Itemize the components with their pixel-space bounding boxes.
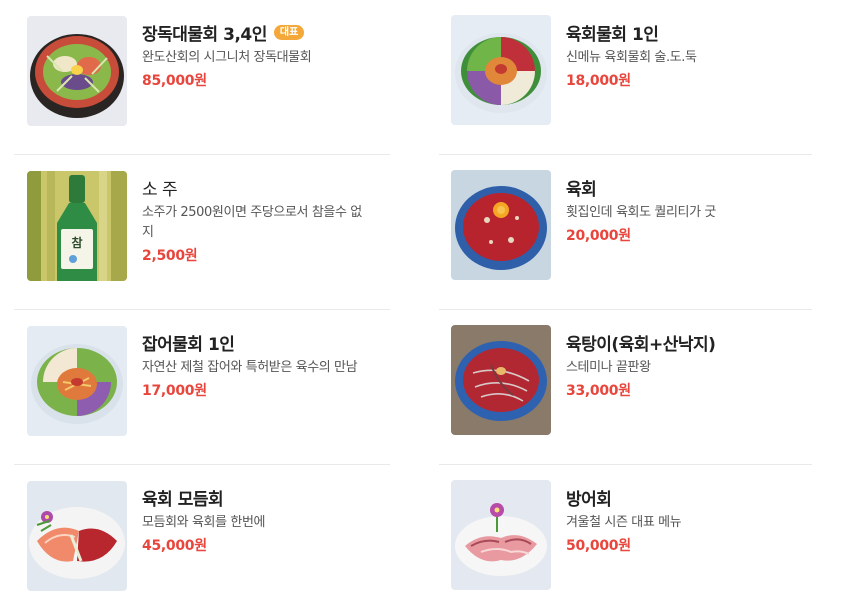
- menu-grid: 장독대물회 3,4인 대표 완도산회의 시그니처 장독대물회 85,000원 육…: [0, 0, 855, 609]
- menu-item-bangeo-hoe[interactable]: 방어회 겨울철 시즌 대표 메뉴 50,000원: [439, 465, 812, 609]
- menu-item-yukhoe[interactable]: 육회 횟집인데 육회도 퀄리티가 굿 20,000원: [439, 155, 812, 310]
- menu-item-desc: 소주가 2500원이면 주당으로서 참을수 없지: [142, 205, 362, 240]
- menu-item-desc: 완도산회의 시그니처 장독대물회: [142, 50, 312, 65]
- menu-item-desc: 겨울철 시즌 대표 메뉴: [566, 515, 682, 530]
- menu-item-yukhoe-modeumhoe[interactable]: 육회 모듬회 모듬회와 육회를 한번에 45,000원: [14, 465, 390, 609]
- yukhoe-mulhoe-photo: [451, 15, 551, 125]
- menu-item-soju[interactable]: 참 소 주 소주가 2500원이면 주당으로서 참을수 없지 2,500원: [14, 155, 390, 310]
- menu-item-desc: 횟집인데 육회도 퀄리티가 굿: [566, 205, 716, 220]
- menu-item-price: 85,000원: [142, 73, 207, 89]
- menu-item-price: 18,000원: [566, 73, 631, 89]
- menu-item-price: 17,000원: [142, 383, 207, 399]
- menu-item-desc: 스테미나 끝판왕: [566, 360, 651, 375]
- menu-item-desc: 모듬회와 육회를 한번에: [142, 515, 266, 530]
- soju-bottle-photo: 참: [27, 171, 127, 281]
- bangeo-hoe-photo: [451, 480, 551, 590]
- menu-item-price: 45,000원: [142, 538, 207, 554]
- menu-item-name: 육회: [566, 179, 597, 200]
- yukhoe-modeumhoe-photo: [27, 481, 127, 591]
- jabeo-mulhoe-photo: [27, 326, 127, 436]
- signature-badge: 대표: [273, 24, 305, 40]
- menu-item-name: 잡어물회 1인: [142, 334, 235, 355]
- menu-item-jangdok-mulhoe[interactable]: 장독대물회 3,4인 대표 완도산회의 시그니처 장독대물회 85,000원: [14, 0, 390, 155]
- menu-item-desc: 신메뉴 육회물회 술.도.둑: [566, 50, 697, 65]
- jangdok-mulhoe-photo: [27, 16, 127, 126]
- yuktangi-photo: [451, 325, 551, 435]
- menu-item-price: 50,000원: [566, 538, 631, 554]
- menu-item-name: 육회 모듬회: [142, 489, 224, 510]
- menu-item-name: 소 주: [142, 179, 178, 200]
- menu-item-yukhoe-mulhoe[interactable]: 육회물회 1인 신메뉴 육회물회 술.도.둑 18,000원: [439, 0, 812, 155]
- menu-item-price: 33,000원: [566, 383, 631, 399]
- menu-item-name: 방어회: [566, 489, 612, 510]
- menu-item-price: 2,500원: [142, 248, 198, 264]
- menu-item-price: 20,000원: [566, 228, 631, 244]
- menu-item-desc: 자연산 제철 잡어와 특허받은 육수의 만남: [142, 360, 358, 375]
- menu-item-name: 육회물회 1인: [566, 24, 659, 45]
- menu-item-name: 육탕이(육회+산낙지): [566, 334, 716, 355]
- menu-item-jabeo-mulhoe[interactable]: 잡어물회 1인 자연산 제철 잡어와 특허받은 육수의 만남 17,000원: [14, 310, 390, 465]
- yukhoe-photo: [451, 170, 551, 280]
- menu-item-name: 장독대물회 3,4인: [142, 24, 267, 45]
- menu-item-yuktangi[interactable]: 육탕이(육회+산낙지) 스테미나 끝판왕 33,000원: [439, 310, 812, 465]
- svg-text:참: 참: [71, 235, 82, 250]
